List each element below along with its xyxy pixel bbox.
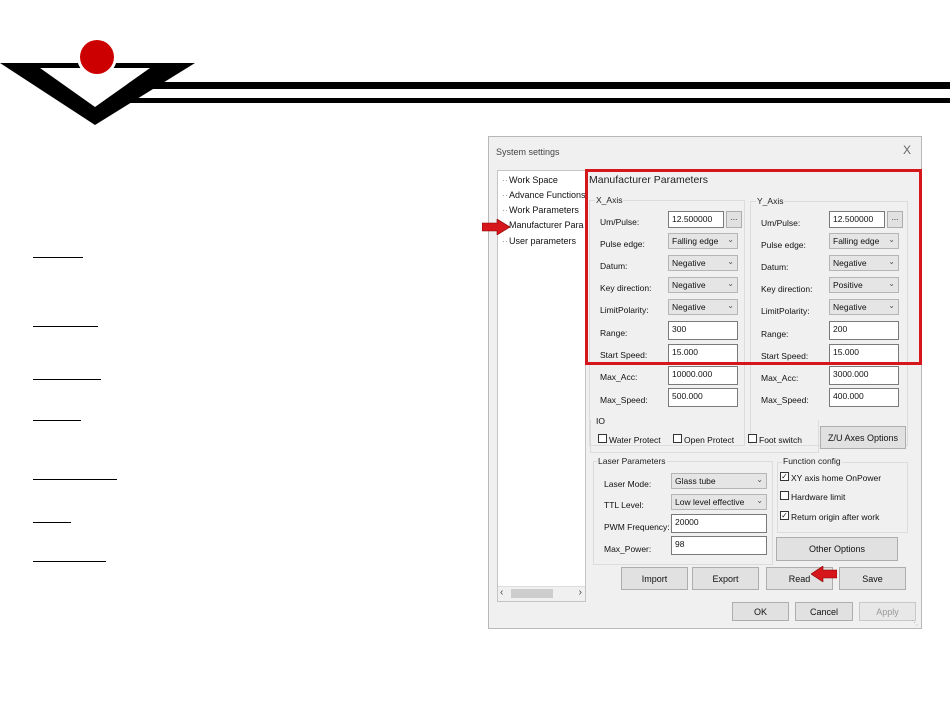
highlight-box [585,169,922,365]
x-max-speed-label: Max_Speed: [600,395,648,405]
resize-grip-icon[interactable]: ⋱ [911,619,918,627]
hardware-limit-checkbox[interactable] [780,491,789,500]
blank-line [33,479,117,480]
open-protect-checkbox[interactable] [673,434,682,443]
blank-line [33,379,101,380]
blank-line [33,420,81,421]
y-max-acc-label: Max_Acc: [761,373,799,383]
red-arrow-icon [482,219,510,235]
save-button[interactable]: Save [839,567,906,590]
blank-line [33,561,106,562]
x-max-speed-input[interactable]: 500.000 [668,388,738,407]
tree-item-user-parameters[interactable]: User parameters [502,236,576,246]
xy-home-checkbox[interactable]: ✓ [780,472,789,481]
foot-switch-label: Foot switch [759,435,802,445]
cancel-button[interactable]: Cancel [795,602,853,621]
red-arrow-icon [811,566,837,582]
max-power-label: Max_Power: [604,544,652,554]
laser-mode-select[interactable]: Glass tube ⌄ [671,473,767,489]
y-max-acc-input[interactable]: 3000.000 [829,366,899,385]
export-button[interactable]: Export [692,567,759,590]
pwm-frequency-label: PWM Frequency: [604,522,670,532]
water-protect-checkbox[interactable] [598,434,607,443]
pwm-frequency-input[interactable]: 20000 [671,514,767,533]
function-config-title: Function config [782,456,842,466]
settings-tree: Work Space Advance Functions Work Parame… [497,170,586,602]
scroll-right-icon[interactable]: › [579,587,582,598]
blank-line [33,257,83,258]
ttl-level-select[interactable]: Low level effective ⌄ [671,494,767,510]
tree-item-work-space[interactable]: Work Space [502,175,558,185]
water-protect-label: Water Protect [609,435,661,445]
laser-mode-value: Glass tube [675,476,716,486]
y-max-speed-label: Max_Speed: [761,395,809,405]
tree-horizontal-scrollbar[interactable]: ‹ › [498,586,585,601]
laser-parameters-title: Laser Parameters [597,456,667,466]
laser-mode-label: Laser Mode: [604,479,652,489]
tree-item-work-parameters[interactable]: Work Parameters [502,205,579,215]
xy-home-label: XY axis home OnPower [791,473,882,483]
io-title: IO [596,416,605,426]
ttl-level-value: Low level effective [675,497,745,507]
foot-switch-checkbox[interactable] [748,434,757,443]
return-origin-label: Return origin after work [791,512,880,522]
return-origin-checkbox[interactable]: ✓ [780,511,789,520]
apply-button[interactable]: Apply [859,602,916,621]
hardware-limit-label: Hardware limit [791,492,846,502]
scroll-left-icon[interactable]: ‹ [500,587,503,598]
max-power-input[interactable]: 98 [671,536,767,555]
ttl-level-label: TTL Level: [604,500,644,510]
open-protect-label: Open Protect [684,435,735,445]
import-button[interactable]: Import [621,567,688,590]
x-max-acc-label: Max_Acc: [600,372,638,382]
other-options-button[interactable]: Other Options [776,537,898,561]
zu-axes-options-button[interactable]: Z/U Axes Options [820,426,906,449]
header-line-top [130,82,950,89]
ok-button[interactable]: OK [732,602,789,621]
chevron-down-icon: ⌄ [756,475,763,484]
blank-line [33,326,98,327]
tree-item-manufacturer-parameters[interactable]: Manufacturer Para [502,220,584,230]
header-line-bottom [130,98,950,103]
tree-item-advance-functions[interactable]: Advance Functions [502,190,585,200]
chevron-down-icon: ⌄ [756,496,763,505]
y-max-speed-input[interactable]: 400.000 [829,388,899,407]
scroll-thumb[interactable] [511,589,553,598]
dialog-title: System settings [496,147,560,157]
x-max-acc-input[interactable]: 10000.000 [668,366,738,385]
close-icon[interactable]: X [903,143,911,157]
blank-line [33,522,71,523]
